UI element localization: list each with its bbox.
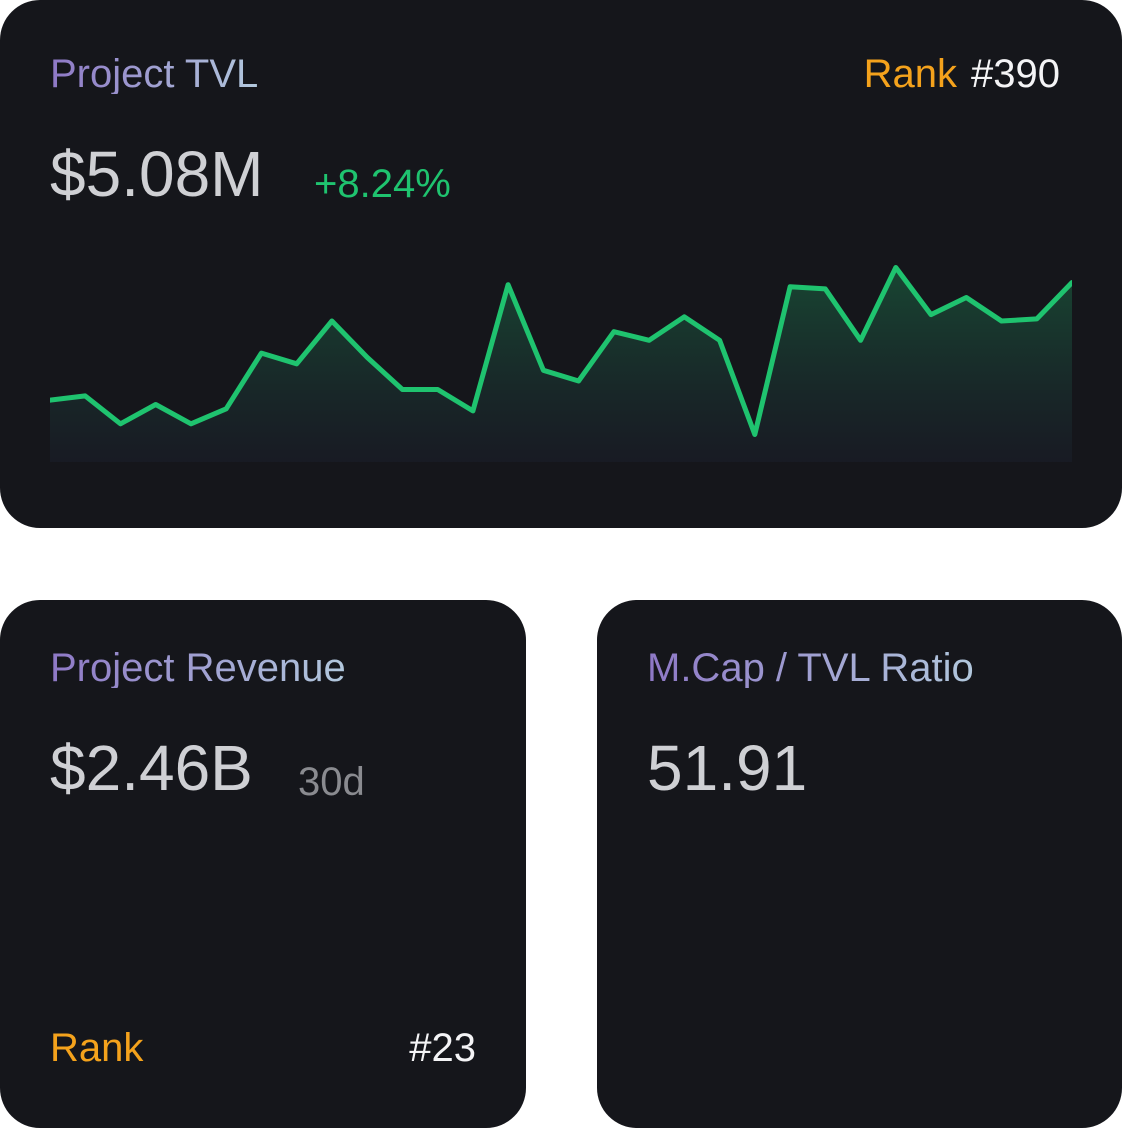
tvl-data-point-17 bbox=[647, 338, 651, 342]
tvl-data-point-15 bbox=[577, 379, 581, 383]
tvl-rank: Rank #390 bbox=[864, 54, 1060, 94]
tvl-data-point-20 bbox=[753, 433, 757, 437]
tvl-data-point-1 bbox=[83, 394, 87, 398]
tvl-data-point-28 bbox=[1035, 317, 1039, 321]
tvl-rank-label: Rank bbox=[863, 52, 958, 96]
tvl-value: $5.08M bbox=[50, 138, 264, 210]
revenue-rank-value: #23 bbox=[409, 1026, 476, 1070]
tvl-data-point-23 bbox=[859, 338, 863, 342]
tvl-data-point-16 bbox=[612, 330, 616, 334]
tvl-data-point-5 bbox=[224, 407, 228, 411]
tvl-data-point-21 bbox=[788, 285, 792, 289]
tvl-data-point-13 bbox=[506, 283, 510, 287]
tvl-data-point-9 bbox=[365, 355, 369, 359]
ratio-title: M.Cap / TVL Ratio bbox=[647, 646, 974, 690]
tvl-data-point-22 bbox=[823, 287, 827, 291]
tvl-data-point-10 bbox=[400, 388, 404, 392]
tvl-card: Project TVL Rank #390 $5.08M +8.24% bbox=[0, 0, 1122, 528]
tvl-rank-value: #390 bbox=[971, 52, 1060, 96]
tvl-data-point-11 bbox=[436, 388, 440, 392]
ratio-value: 51.91 bbox=[647, 732, 808, 804]
tvl-data-point-2 bbox=[119, 422, 123, 426]
tvl-data-point-25 bbox=[929, 313, 933, 317]
tvl-data-point-8 bbox=[330, 319, 334, 323]
tvl-data-point-14 bbox=[541, 368, 545, 372]
tvl-change-badge: +8.24% bbox=[314, 162, 451, 206]
tvl-data-point-19 bbox=[718, 338, 722, 342]
tvl-data-point-7 bbox=[295, 362, 299, 366]
tvl-data-point-26 bbox=[964, 296, 968, 300]
tvl-data-point-18 bbox=[682, 315, 686, 319]
revenue-value: $2.46B bbox=[50, 732, 253, 804]
revenue-card: Project Revenue $2.46B 30d Rank #23 bbox=[0, 600, 526, 1128]
tvl-title: Project TVL bbox=[50, 52, 259, 96]
ratio-card: M.Cap / TVL Ratio 51.91 bbox=[597, 600, 1122, 1128]
tvl-data-point-3 bbox=[154, 403, 158, 407]
revenue-rank-label: Rank bbox=[50, 1026, 144, 1070]
revenue-title: Project Revenue bbox=[50, 646, 346, 690]
tvl-area-chart bbox=[50, 265, 1072, 462]
tvl-data-point-12 bbox=[471, 409, 475, 413]
revenue-period: 30d bbox=[298, 760, 365, 804]
tvl-data-point-24 bbox=[894, 266, 898, 270]
tvl-data-point-6 bbox=[259, 351, 263, 355]
tvl-data-point-4 bbox=[189, 422, 193, 426]
tvl-data-point-27 bbox=[1000, 319, 1004, 323]
